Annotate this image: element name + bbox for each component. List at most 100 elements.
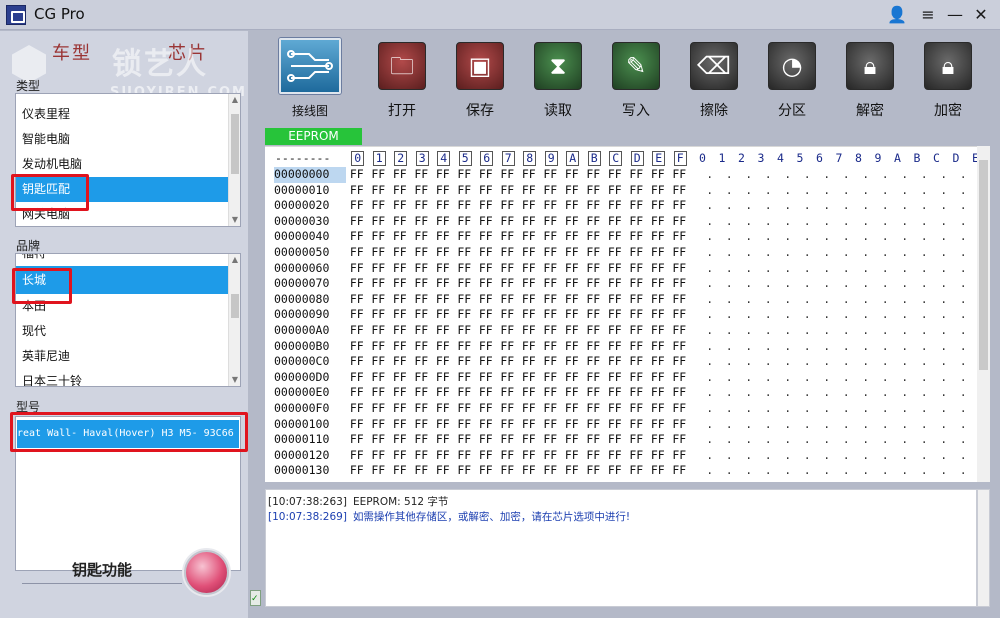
hex-editor[interactable]: -------- 0123456789ABCDEF 0123456789ABCD… [265, 146, 977, 482]
hex-byte[interactable]: FF [454, 167, 476, 183]
hex-byte[interactable]: FF [432, 167, 454, 183]
hex-byte[interactable]: FF [475, 354, 497, 370]
hex-byte[interactable]: FF [647, 198, 669, 214]
hex-byte[interactable]: FF [561, 463, 583, 479]
log-scrollbar[interactable] [977, 489, 990, 607]
hex-byte[interactable]: FF [454, 276, 476, 292]
hex-byte[interactable]: FF [475, 183, 497, 199]
hex-byte[interactable]: FF [389, 245, 411, 261]
hex-byte[interactable]: FF [604, 432, 626, 448]
hex-byte[interactable]: FF [647, 385, 669, 401]
hex-byte[interactable]: FF [475, 339, 497, 355]
hex-byte[interactable]: FF [389, 198, 411, 214]
hex-byte[interactable]: FF [368, 245, 390, 261]
hex-byte[interactable]: FF [604, 276, 626, 292]
hex-byte[interactable]: FF [411, 417, 433, 433]
hex-byte[interactable]: FF [454, 339, 476, 355]
hex-byte[interactable]: FF [389, 370, 411, 386]
hex-byte[interactable]: FF [411, 401, 433, 417]
hex-byte[interactable]: FF [647, 432, 669, 448]
hex-byte[interactable]: FF [604, 261, 626, 277]
hex-byte[interactable]: FF [432, 417, 454, 433]
hex-byte[interactable]: FF [647, 448, 669, 464]
hex-byte[interactable]: FF [518, 167, 540, 183]
hex-byte[interactable]: FF [454, 370, 476, 386]
hex-byte[interactable]: FF [346, 183, 368, 199]
hex-byte[interactable]: FF [561, 276, 583, 292]
hex-byte[interactable]: FF [561, 261, 583, 277]
hex-byte[interactable]: FF [454, 261, 476, 277]
hex-byte[interactable]: FF [411, 432, 433, 448]
hex-byte[interactable]: FF [604, 417, 626, 433]
list-item[interactable]: 仪表里程 [16, 102, 229, 127]
hex-byte[interactable]: FF [540, 401, 562, 417]
hex-byte[interactable]: FF [432, 276, 454, 292]
encrypt-button[interactable]: 🔒︎ 加密 [914, 36, 982, 120]
hex-byte[interactable]: FF [411, 463, 433, 479]
hex-byte[interactable]: FF [411, 307, 433, 323]
hex-byte[interactable]: FF [389, 463, 411, 479]
hex-byte[interactable]: FF [540, 229, 562, 245]
hex-byte[interactable]: FF [647, 354, 669, 370]
key-function-button[interactable]: 钥匙功能 [22, 556, 182, 584]
hex-byte[interactable]: FF [604, 167, 626, 183]
hex-byte[interactable]: FF [540, 183, 562, 199]
hex-byte[interactable]: FF [411, 385, 433, 401]
hex-byte[interactable]: FF [346, 229, 368, 245]
scroll-thumb[interactable] [979, 160, 988, 370]
hex-row[interactable]: 00000060 FF FF FF FF FF FF FF FF FF FF FF FF FF FF FF FF… [274, 261, 967, 277]
hex-byte[interactable]: FF [346, 417, 368, 433]
hex-byte[interactable]: FF [540, 417, 562, 433]
hex-row[interactable]: 00000110 FF FF FF FF FF FF FF FF FF FF FF FF FF FF FF FF… [274, 432, 967, 448]
hex-byte[interactable]: FF [475, 385, 497, 401]
hex-byte[interactable]: FF [604, 198, 626, 214]
scroll-thumb[interactable] [231, 294, 239, 318]
hex-byte[interactable]: FF [368, 183, 390, 199]
hex-byte[interactable]: FF [454, 463, 476, 479]
hex-byte[interactable]: FF [626, 323, 648, 339]
hex-byte[interactable]: FF [647, 323, 669, 339]
hex-byte[interactable]: FF [583, 385, 605, 401]
hex-byte[interactable]: FF [561, 401, 583, 417]
hex-byte[interactable]: FF [583, 370, 605, 386]
hex-byte[interactable]: FF [518, 229, 540, 245]
hex-byte[interactable]: FF [626, 245, 648, 261]
hex-byte[interactable]: FF [368, 339, 390, 355]
hex-byte[interactable]: FF [475, 276, 497, 292]
hex-byte[interactable]: FF [518, 370, 540, 386]
hex-byte[interactable]: FF [669, 370, 691, 386]
hex-byte[interactable]: FF [669, 417, 691, 433]
hex-byte[interactable]: FF [669, 339, 691, 355]
hex-byte[interactable]: FF [604, 354, 626, 370]
hex-byte[interactable]: FF [475, 370, 497, 386]
hex-byte[interactable]: FF [346, 292, 368, 308]
hex-byte[interactable]: FF [497, 385, 519, 401]
hex-byte[interactable]: FF [432, 448, 454, 464]
hex-byte[interactable]: FF [454, 245, 476, 261]
hex-byte[interactable]: FF [454, 417, 476, 433]
hex-byte[interactable]: FF [583, 261, 605, 277]
hex-byte[interactable]: FF [540, 276, 562, 292]
hex-byte[interactable]: FF [669, 214, 691, 230]
hex-byte[interactable]: FF [583, 229, 605, 245]
hex-byte[interactable]: FF [626, 292, 648, 308]
hex-byte[interactable]: FF [626, 276, 648, 292]
hex-byte[interactable]: FF [346, 448, 368, 464]
hex-byte[interactable]: FF [647, 292, 669, 308]
hex-byte[interactable]: FF [669, 183, 691, 199]
hex-row[interactable]: 00000040 FF FF FF FF FF FF FF FF FF FF FF FF FF FF FF FF… [274, 229, 967, 245]
hex-byte[interactable]: FF [346, 276, 368, 292]
tab-vehicle[interactable]: 车型 [52, 39, 92, 65]
hex-byte[interactable]: FF [540, 448, 562, 464]
list-item[interactable]: 日本三十铃 [16, 369, 229, 386]
hex-byte[interactable]: FF [432, 323, 454, 339]
hex-byte[interactable]: FF [561, 167, 583, 183]
hex-byte[interactable]: FF [561, 417, 583, 433]
hex-byte[interactable]: FF [432, 198, 454, 214]
hex-byte[interactable]: FF [432, 229, 454, 245]
hex-byte[interactable]: FF [389, 401, 411, 417]
hex-byte[interactable]: FF [669, 463, 691, 479]
hex-byte[interactable]: FF [389, 339, 411, 355]
hex-byte[interactable]: FF [669, 229, 691, 245]
hex-byte[interactable]: FF [475, 198, 497, 214]
